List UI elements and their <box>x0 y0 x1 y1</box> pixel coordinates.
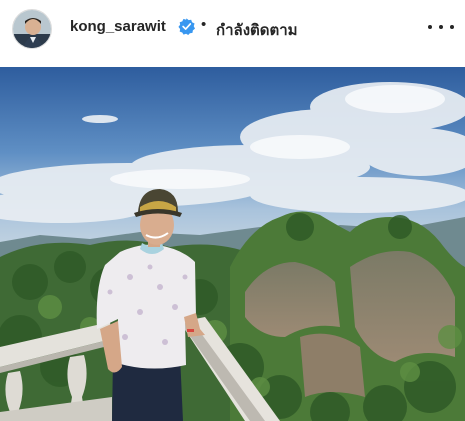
more-dot <box>428 25 432 29</box>
post-image <box>0 67 465 421</box>
more-dot <box>439 25 443 29</box>
post-photo[interactable] <box>0 67 465 421</box>
username-link[interactable]: kong_sarawit <box>70 18 166 35</box>
verified-badge-icon <box>178 18 195 35</box>
user-avatar[interactable] <box>12 9 52 49</box>
post-header: kong_sarawit • กำลังติดตาม <box>0 0 465 58</box>
following-button[interactable]: กำลังติดตาม <box>216 18 298 42</box>
separator-dot: • <box>201 16 207 33</box>
more-options-icon[interactable] <box>428 15 454 39</box>
avatar-image <box>13 10 51 48</box>
more-dot <box>450 25 454 29</box>
